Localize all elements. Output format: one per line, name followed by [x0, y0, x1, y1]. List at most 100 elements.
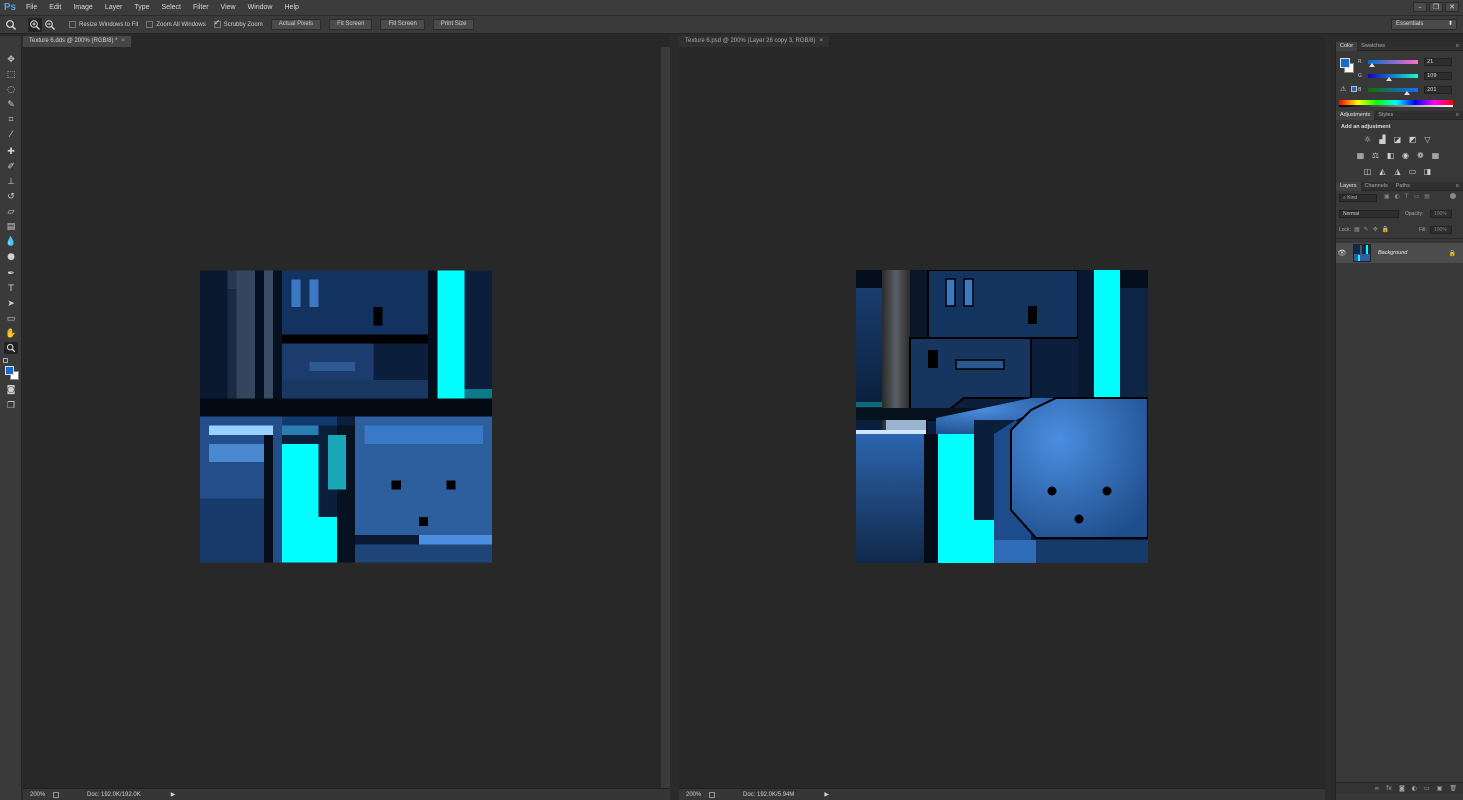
green-thumb[interactable] — [1386, 77, 1393, 81]
scrubby-zoom-checkbox[interactable]: Scrubby Zoom — [213, 18, 263, 28]
menu-view[interactable]: View — [215, 0, 242, 16]
history-brush-tool-icon[interactable]: ↺ — [4, 191, 18, 203]
fit-screen-button[interactable]: Fit Screen — [329, 19, 373, 30]
screen-mode-icon[interactable]: ❐ — [4, 400, 18, 412]
delete-layer-icon[interactable]: 🗑 — [1449, 785, 1457, 792]
levels-icon[interactable]: ▟ — [1378, 135, 1387, 144]
opacity-field[interactable]: 100% — [1430, 210, 1452, 218]
blue-slider[interactable]: B 201 — [1358, 85, 1452, 95]
color-balance-icon[interactable]: ⚖ — [1371, 151, 1380, 160]
texture-canvas-smooth[interactable] — [856, 270, 1148, 563]
color-lookup-icon[interactable]: ▦ — [1431, 151, 1440, 160]
zoom-level[interactable]: 200% — [23, 792, 51, 798]
zoom-tool-icon[interactable] — [4, 342, 18, 354]
blue-thumb[interactable] — [1404, 91, 1411, 95]
gradient-map-icon[interactable]: ▭ — [1408, 167, 1417, 176]
canvas-area[interactable] — [23, 47, 670, 788]
canvas-area[interactable] — [679, 47, 1325, 788]
blue-value[interactable]: 201 — [1424, 86, 1452, 94]
healing-brush-tool-icon[interactable]: ✚ — [4, 146, 18, 158]
zoom-all-windows-checkbox[interactable]: Zoom All Windows — [146, 21, 206, 28]
fill-screen-button[interactable]: Fill Screen — [380, 19, 425, 30]
menu-file[interactable]: File — [20, 0, 43, 16]
menu-image[interactable]: Image — [67, 0, 98, 16]
menu-help[interactable]: Help — [279, 0, 305, 16]
close-icon[interactable]: × — [121, 38, 125, 44]
web-safe-color-icon[interactable] — [1351, 86, 1357, 92]
tab-layers[interactable]: Layers — [1336, 181, 1361, 191]
red-value[interactable]: 21 — [1424, 58, 1452, 66]
green-track[interactable] — [1368, 74, 1418, 81]
blue-track[interactable] — [1368, 88, 1418, 95]
link-layers-icon[interactable]: ∞ — [1374, 785, 1379, 792]
status-menu-arrow-icon[interactable]: ▶ — [171, 791, 176, 798]
exposure-icon[interactable]: ◩ — [1408, 135, 1417, 144]
zoom-in-icon[interactable] — [28, 17, 42, 32]
brightness-contrast-icon[interactable]: ☼ — [1363, 135, 1372, 144]
menu-select[interactable]: Select — [156, 0, 187, 16]
status-icon[interactable] — [53, 791, 59, 798]
tab-color[interactable]: Color — [1336, 41, 1358, 51]
black-white-icon[interactable]: ◧ — [1386, 151, 1395, 160]
tab-channels[interactable]: Channels — [1361, 182, 1392, 191]
lock-icons[interactable]: ▦✎✥🔒 — [1354, 226, 1393, 233]
green-slider[interactable]: G 109 — [1358, 71, 1452, 81]
tab-swatches[interactable]: Swatches — [1357, 42, 1389, 51]
brush-tool-icon[interactable]: ✐ — [4, 161, 18, 173]
blend-mode-dropdown[interactable]: Normal — [1339, 210, 1399, 218]
gradient-tool-icon[interactable]: ▤ — [4, 221, 18, 233]
quick-mask-icon[interactable]: ◙ — [4, 384, 18, 396]
channel-mixer-icon[interactable]: ❁ — [1416, 151, 1425, 160]
menu-type[interactable]: Type — [128, 0, 155, 16]
shape-tool-icon[interactable]: ▭ — [4, 313, 18, 325]
tab-paths[interactable]: Paths — [1392, 182, 1414, 191]
eraser-tool-icon[interactable]: ▱ — [4, 206, 18, 218]
clone-stamp-tool-icon[interactable]: ⊥ — [4, 176, 18, 188]
blur-tool-icon[interactable]: 💧 — [4, 236, 18, 248]
workspace-dropdown[interactable]: Essentials ⬍ — [1391, 19, 1457, 30]
zoom-tool-preset-icon[interactable] — [4, 18, 18, 32]
new-layer-icon[interactable]: ▣ — [1437, 785, 1443, 792]
menu-layer[interactable]: Layer — [99, 0, 129, 16]
default-colors-icon[interactable] — [3, 358, 8, 363]
quick-select-tool-icon[interactable]: ✎ — [4, 99, 18, 111]
layer-name[interactable]: Background — [1378, 250, 1407, 256]
path-select-tool-icon[interactable]: ➤ — [4, 298, 18, 310]
minimize-button[interactable]: – — [1413, 2, 1427, 12]
document-tab-psd[interactable]: Texture 6.psd @ 200% (Layer 26 copy 3, R… — [679, 36, 830, 47]
curves-icon[interactable]: ◪ — [1393, 135, 1402, 144]
filter-toggle-icon[interactable] — [1450, 193, 1456, 199]
tab-adjustments[interactable]: Adjustments — [1336, 110, 1375, 120]
new-adjustment-icon[interactable]: ◐ — [1412, 785, 1417, 792]
menu-edit[interactable]: Edit — [43, 0, 67, 16]
tab-styles[interactable]: Styles — [1374, 111, 1397, 120]
red-thumb[interactable] — [1369, 63, 1376, 67]
lasso-tool-icon[interactable]: ◌ — [4, 84, 18, 96]
foreground-color-swatch[interactable] — [1340, 58, 1350, 68]
move-tool-icon[interactable]: ✥ — [4, 54, 18, 66]
green-value[interactable]: 109 — [1424, 72, 1452, 80]
eye-icon[interactable]: 👁 — [1336, 249, 1348, 257]
menu-filter[interactable]: Filter — [187, 0, 215, 16]
close-button[interactable]: ✕ — [1445, 2, 1459, 12]
pen-tool-icon[interactable]: ✒ — [4, 268, 18, 280]
crop-tool-icon[interactable]: ⌗ — [4, 114, 18, 126]
red-track[interactable] — [1368, 60, 1418, 67]
resize-windows-checkbox[interactable]: Resize Windows to Fit — [69, 21, 138, 28]
panel-menu-icon[interactable]: ≡ — [1456, 183, 1459, 189]
hue-saturation-icon[interactable]: ▦ — [1356, 151, 1365, 160]
add-mask-icon[interactable]: ◙ — [1399, 785, 1405, 792]
invert-icon[interactable]: ◫ — [1363, 167, 1372, 176]
menu-window[interactable]: Window — [242, 0, 279, 16]
close-icon[interactable]: × — [820, 38, 824, 44]
hand-tool-icon[interactable]: ✋ — [4, 328, 18, 340]
grayscale-ramp[interactable] — [1339, 105, 1453, 107]
zoom-out-icon[interactable] — [43, 18, 57, 32]
document-tab-dds[interactable]: Texture 6.dds @ 200% (RGB/8) * × — [23, 36, 131, 47]
eyedropper-tool-icon[interactable]: ⁄ — [4, 129, 18, 141]
layer-filter-kind[interactable]: ⌕ Kind — [1339, 194, 1377, 202]
gamut-warning-icon[interactable]: ⚠ — [1340, 85, 1346, 93]
new-group-icon[interactable]: ▭ — [1424, 785, 1430, 792]
threshold-icon[interactable]: ◮ — [1393, 167, 1402, 176]
print-size-button[interactable]: Print Size — [432, 19, 475, 30]
